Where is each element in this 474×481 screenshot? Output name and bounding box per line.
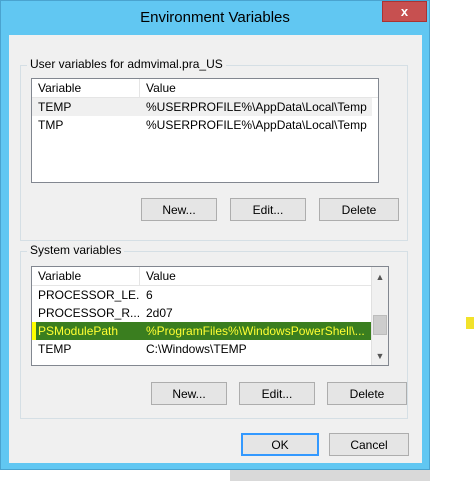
system-variables-group: System variables Variable Value PROCESSO… bbox=[20, 243, 408, 419]
variable-name: PROCESSOR_R... bbox=[38, 306, 140, 320]
variable-name: TEMP bbox=[38, 100, 72, 114]
highlight-marker bbox=[466, 317, 474, 329]
selected-list-item[interactable]: PSModulePath %ProgramFiles%\WindowsPower… bbox=[32, 322, 372, 340]
system-variables-label: System variables bbox=[27, 243, 125, 257]
user-new-button[interactable]: New... bbox=[141, 198, 217, 221]
variable-value: %USERPROFILE%\AppData\Local\Temp bbox=[146, 100, 367, 114]
chevron-down-icon[interactable]: ▼ bbox=[372, 347, 388, 364]
dialog-title: Environment Variables bbox=[140, 9, 290, 26]
user-variables-label: User variables for admvimal.pra_US bbox=[27, 57, 226, 71]
user-edit-button[interactable]: Edit... bbox=[230, 198, 306, 221]
column-header-variable[interactable]: Variable bbox=[32, 79, 140, 97]
variable-value: C:\Windows\TEMP bbox=[146, 342, 247, 356]
variable-name: PROCESSOR_LE... bbox=[38, 288, 140, 302]
environment-variables-dialog: Environment Variables x User variables f… bbox=[0, 0, 430, 470]
close-icon: x bbox=[400, 4, 409, 19]
system-edit-button[interactable]: Edit... bbox=[239, 382, 315, 405]
variable-name: TEMP bbox=[38, 342, 72, 356]
close-button[interactable]: x bbox=[382, 1, 427, 22]
user-delete-button[interactable]: Delete bbox=[319, 198, 399, 221]
column-header-variable[interactable]: Variable bbox=[32, 267, 140, 285]
dialog-body: User variables for admvimal.pra_US Varia… bbox=[9, 35, 422, 463]
user-variables-list[interactable]: Variable Value TEMP %USERPROFILE%\AppDat… bbox=[31, 78, 379, 183]
system-variables-list[interactable]: Variable Value PROCESSOR_LE... 6 PROCESS… bbox=[31, 266, 389, 366]
user-variables-header: Variable Value bbox=[32, 79, 378, 98]
user-variables-group: User variables for admvimal.pra_US Varia… bbox=[20, 57, 408, 241]
list-item[interactable]: TEMP C:\Windows\TEMP bbox=[32, 340, 372, 358]
system-delete-button[interactable]: Delete bbox=[327, 382, 407, 405]
variable-name: TMP bbox=[38, 118, 64, 132]
variable-value: %ProgramFiles%\WindowsPowerShell\... bbox=[146, 324, 365, 338]
column-header-value[interactable]: Value bbox=[140, 267, 372, 285]
variable-name: PSModulePath bbox=[38, 324, 119, 338]
list-item[interactable]: PROCESSOR_R... 2d07 bbox=[32, 304, 372, 322]
cancel-button[interactable]: Cancel bbox=[329, 433, 409, 456]
background-strip bbox=[230, 470, 430, 481]
list-item[interactable]: PROCESSOR_LE... 6 bbox=[32, 286, 372, 304]
system-variables-header: Variable Value bbox=[32, 267, 388, 286]
scrollbar-thumb[interactable] bbox=[373, 315, 387, 335]
system-new-button[interactable]: New... bbox=[151, 382, 227, 405]
ok-button[interactable]: OK bbox=[241, 433, 319, 456]
vertical-scrollbar[interactable]: ▲ ▼ bbox=[371, 267, 388, 365]
variable-value: 2d07 bbox=[146, 306, 173, 320]
list-item[interactable]: TMP %USERPROFILE%\AppData\Local\Temp bbox=[32, 116, 372, 134]
title-bar[interactable]: Environment Variables x bbox=[1, 1, 429, 35]
chevron-up-icon[interactable]: ▲ bbox=[372, 268, 388, 285]
column-header-value[interactable]: Value bbox=[140, 79, 378, 97]
variable-value: %USERPROFILE%\AppData\Local\Temp bbox=[146, 118, 367, 132]
list-item[interactable]: TEMP %USERPROFILE%\AppData\Local\Temp bbox=[32, 98, 372, 116]
variable-value: 6 bbox=[146, 288, 153, 302]
